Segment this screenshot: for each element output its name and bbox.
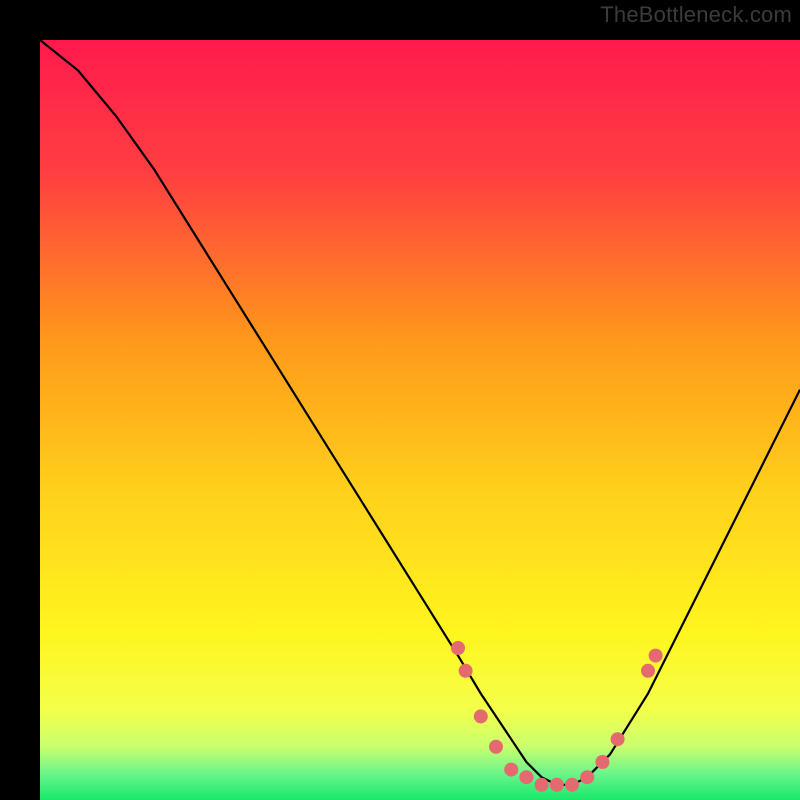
gradient-background [40,40,800,800]
curve-marker-dot [451,641,465,655]
curve-marker-dot [504,763,518,777]
curve-marker-dot [580,770,594,784]
curve-marker-dot [565,778,579,792]
bottleneck-chart [40,40,800,800]
chart-frame [20,20,780,780]
curve-marker-dot [550,778,564,792]
curve-marker-dot [474,709,488,723]
curve-marker-dot [611,732,625,746]
watermark-text: TheBottleneck.com [600,2,792,28]
curve-marker-dot [641,664,655,678]
curve-marker-dot [489,740,503,754]
curve-marker-dot [649,649,663,663]
curve-marker-dot [595,755,609,769]
curve-marker-dot [519,770,533,784]
curve-marker-dot [459,664,473,678]
curve-marker-dot [535,778,549,792]
